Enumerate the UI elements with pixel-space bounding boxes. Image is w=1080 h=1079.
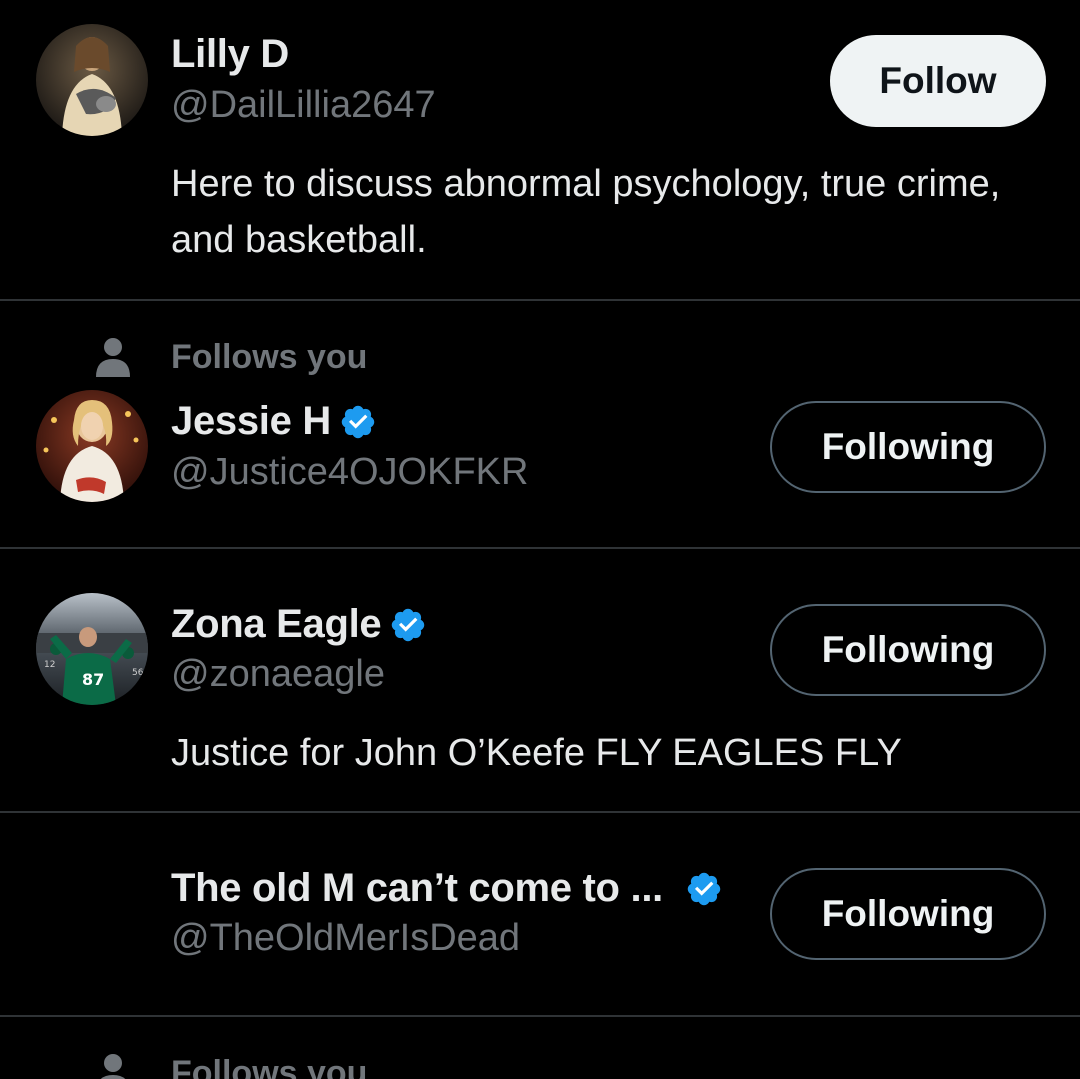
user-handle[interactable]: @TheOldMerIsDead xyxy=(171,917,520,960)
name-row: Zona Eagle xyxy=(171,602,427,647)
display-name[interactable]: The old M can’t come to ... xyxy=(171,866,663,911)
user-cell-jessie-h[interactable]: Follows you Jessie H @Justice4OJOKFKR Fo… xyxy=(0,301,1080,549)
user-handle[interactable]: @zonaeagle xyxy=(171,653,385,696)
follows-you-label: Follows you xyxy=(171,1054,368,1079)
user-cell-theoldmerisdead[interactable]: The old M can’t come to ... @TheOldMerIs… xyxy=(0,813,1080,1017)
woman-in-white-dress-portrait-icon xyxy=(36,390,148,502)
name-row: Lilly D xyxy=(171,32,289,77)
verified-badge-icon[interactable] xyxy=(685,870,723,908)
avatar[interactable]: 87 12 56 xyxy=(36,593,148,705)
person-icon xyxy=(100,1054,126,1079)
social-context: Follows you xyxy=(0,1051,1080,1079)
social-context: Follows you xyxy=(0,335,1080,379)
name-row: Jessie H xyxy=(171,399,377,444)
display-name[interactable]: Zona Eagle xyxy=(171,602,382,647)
name-row: The old M can’t come to ... xyxy=(171,866,723,911)
avatar[interactable] xyxy=(36,24,148,136)
user-handle[interactable]: @Justice4OJOKFKR xyxy=(171,451,528,494)
verified-badge-icon[interactable] xyxy=(339,403,377,441)
following-button[interactable]: Following xyxy=(770,401,1046,493)
user-bio: Justice for John O’Keefe FLY EAGLES FLY xyxy=(171,732,902,774)
user-cell-partial[interactable]: Follows you xyxy=(0,1017,1080,1079)
display-name[interactable]: Jessie H xyxy=(171,399,331,444)
svg-text:12: 12 xyxy=(44,660,55,670)
following-button[interactable]: Following xyxy=(770,868,1046,960)
user-bio: Here to discuss abnormal psychology, tru… xyxy=(171,163,1001,261)
jesus-holding-lamb-portrait-icon xyxy=(36,24,148,136)
verified-badge-icon[interactable] xyxy=(389,606,427,644)
display-name[interactable]: Lilly D xyxy=(171,32,289,77)
user-handle[interactable]: @DailLillia2647 xyxy=(171,84,436,127)
user-cell-lilly-d[interactable]: Lilly D @DailLillia2647 Here to discuss … xyxy=(0,0,1080,301)
svg-text:56: 56 xyxy=(132,668,144,678)
follows-you-label: Follows you xyxy=(171,338,368,376)
svg-text:87: 87 xyxy=(82,670,104,689)
following-button[interactable]: Following xyxy=(770,604,1046,696)
person-icon xyxy=(96,338,130,377)
eagles-fan-stadium-photo-icon: 87 12 56 xyxy=(36,593,148,705)
follow-button[interactable]: Follow xyxy=(830,35,1046,127)
user-cell-zona-eagle[interactable]: 87 12 56 Zona Eagle @zonaeagle Justice f… xyxy=(0,549,1080,813)
avatar[interactable] xyxy=(36,390,148,502)
